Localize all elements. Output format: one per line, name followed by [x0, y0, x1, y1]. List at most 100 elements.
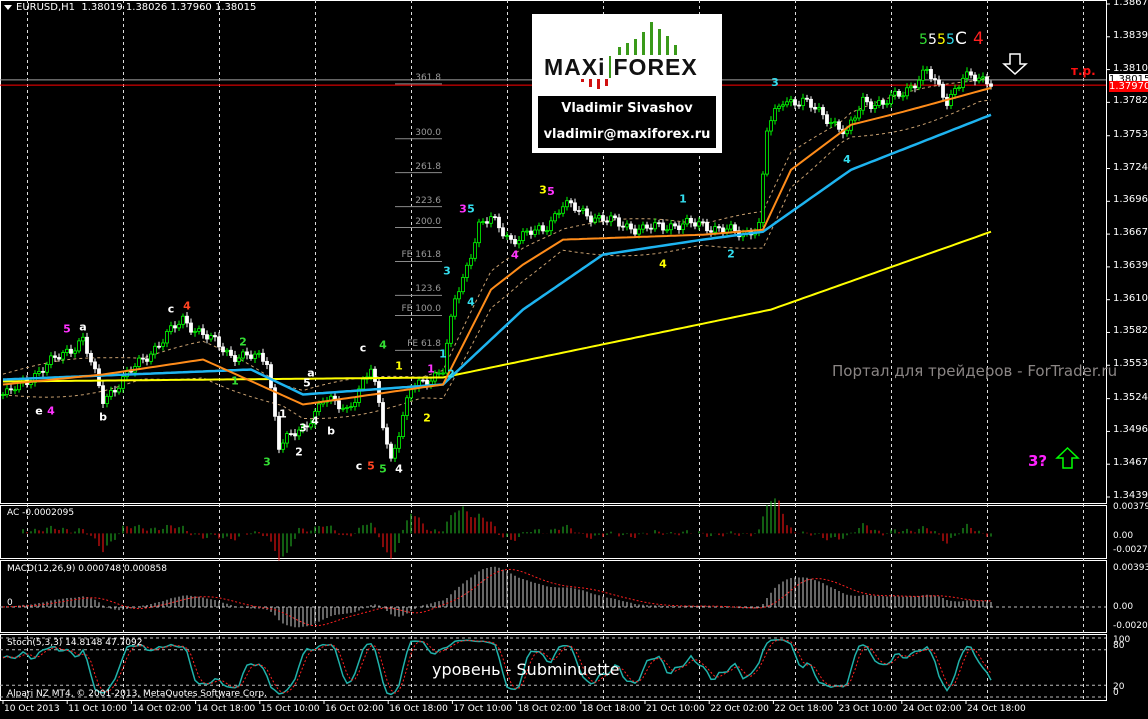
time-tick-label: 23 Oct 10:00 — [838, 704, 898, 714]
macd-axis-max: 0.003938 — [1113, 563, 1148, 573]
candle-body — [201, 328, 205, 336]
time-tick-label: 15 Oct 10:00 — [260, 704, 320, 714]
wave-label: 5 — [63, 323, 71, 336]
wave-label: 1 — [279, 407, 287, 420]
candle-body — [549, 220, 553, 232]
candle-body — [601, 215, 605, 222]
candle-body — [581, 208, 585, 211]
candle-body — [693, 222, 697, 227]
candle-body — [865, 96, 869, 103]
candle-body — [885, 103, 889, 106]
candle-body — [669, 223, 673, 231]
candle-body — [97, 368, 101, 387]
candle-body — [289, 433, 293, 435]
fib-level-label: 223.6 — [415, 195, 441, 206]
candle-body — [881, 100, 885, 105]
wave-label: a — [307, 367, 314, 380]
candle-body — [833, 121, 837, 124]
wave-label: 1 — [679, 193, 687, 206]
fib-level-label: 361.8 — [415, 72, 441, 83]
candle-body — [893, 90, 897, 96]
candle-body — [281, 442, 285, 450]
candle-body — [233, 355, 237, 362]
wave-label: 1 — [231, 374, 239, 387]
stoch-label: Stoch(5,3,3) 14.8148 47.7092 — [7, 638, 143, 648]
candle-body — [453, 298, 457, 317]
candle-body — [941, 83, 945, 98]
candle-body — [213, 335, 217, 338]
candle-body — [277, 415, 281, 450]
candle-body — [577, 210, 581, 212]
candle-body — [933, 78, 937, 81]
candle-body — [237, 357, 241, 362]
candle-body — [53, 355, 57, 358]
candle-body — [157, 345, 161, 348]
candle-body — [337, 400, 341, 410]
candle-body — [509, 235, 513, 240]
ac-axis-zero: 0.00 — [1113, 531, 1134, 541]
wave-label: 2 — [239, 336, 247, 349]
candle-body — [633, 228, 637, 235]
candle-body — [701, 221, 705, 224]
candle-body — [385, 427, 389, 445]
candle-body — [137, 357, 141, 367]
candle-body — [145, 358, 149, 362]
candle-body — [57, 357, 61, 360]
candle-body — [89, 352, 93, 363]
candle-body — [397, 436, 401, 449]
time-tick-label: 18 Oct 02:00 — [517, 704, 577, 714]
time-tick-label: 16 Oct 18:00 — [389, 704, 448, 714]
candle-body — [73, 350, 77, 354]
candle-body — [521, 231, 525, 241]
candle-body — [421, 379, 425, 382]
candle-body — [845, 129, 849, 135]
time-tick-label: 24 Oct 02:00 — [902, 704, 962, 714]
candle-body — [617, 217, 621, 227]
time-tick-label: 22 Oct 02:00 — [710, 704, 769, 714]
macd-axis-min: -0.002095 — [1113, 621, 1148, 631]
candle-body — [901, 95, 905, 98]
price-tick-label: 1.35535 — [1113, 358, 1148, 370]
time-tick-label: 11 Oct 10:00 — [68, 704, 127, 714]
candle-body — [173, 325, 177, 329]
author-email[interactable]: vladimir@maxiforex.ru — [538, 122, 716, 148]
candle-body — [497, 216, 501, 229]
candle-body — [553, 213, 557, 222]
time-tick-label: 17 Oct 10:00 — [453, 704, 513, 714]
wave-label: b — [99, 410, 107, 423]
candle-body — [493, 216, 497, 219]
wave-label: 3 — [263, 455, 271, 468]
wave-label: 1 — [439, 348, 447, 361]
candle-body — [461, 277, 465, 293]
candle-body — [961, 77, 965, 88]
candle-body — [801, 97, 805, 107]
candle-body — [661, 222, 665, 231]
candle-body — [405, 397, 409, 416]
maxiforex-logo: MAXi FOREX Vladimir Sivashov vladimir@max… — [532, 14, 722, 153]
wave-label: b — [327, 424, 335, 437]
candle-body — [797, 104, 801, 107]
candle-body — [65, 348, 69, 353]
candle-body — [185, 315, 189, 324]
candle-body — [393, 447, 397, 459]
author-name: Vladimir Sivashov — [561, 101, 693, 116]
candle-body — [965, 71, 969, 79]
price-tick-label: 1.38105 — [1113, 62, 1148, 74]
candle-body — [221, 346, 225, 353]
wave-label: 4 — [395, 462, 403, 475]
time-tick-label: 14 Oct 18:00 — [196, 704, 256, 714]
price-tick-label: 1.36390 — [1113, 259, 1148, 271]
price-tick-label: 1.36675 — [1113, 227, 1148, 239]
candle-body — [165, 331, 169, 344]
candle-body — [69, 348, 73, 354]
wave-label: 3 — [771, 76, 779, 89]
candle-body — [685, 217, 689, 225]
candle-body — [909, 85, 913, 89]
dropdown-triangle-icon[interactable] — [4, 4, 12, 10]
tp-label: т.р. — [1071, 64, 1096, 78]
candle-body — [49, 355, 53, 365]
wave-label: 3 — [459, 203, 467, 216]
candle-body — [481, 221, 485, 224]
candle-body — [953, 88, 957, 95]
wave-label: e — [35, 404, 42, 417]
